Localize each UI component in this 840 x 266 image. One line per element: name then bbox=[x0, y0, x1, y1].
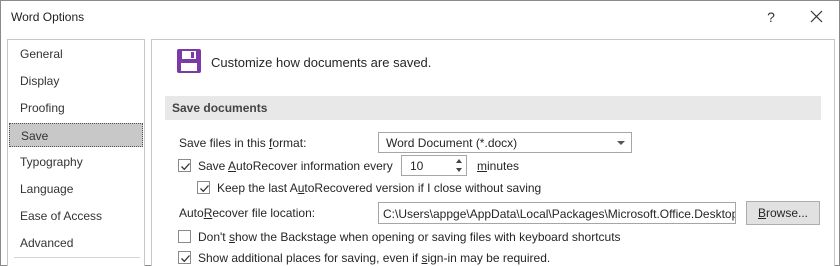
autorecover-label: Save AutoRecover information every bbox=[198, 159, 393, 173]
sidebar-item-ease-of-access[interactable]: Ease of Access bbox=[8, 204, 144, 228]
chevron-down-icon bbox=[617, 141, 625, 145]
spin-up-icon[interactable] bbox=[456, 159, 462, 163]
sidebar-item-advanced[interactable]: Advanced bbox=[8, 231, 144, 255]
spin-down-icon[interactable] bbox=[456, 168, 462, 172]
sidebar-divider bbox=[14, 257, 140, 258]
minutes-label: minutes bbox=[477, 159, 520, 173]
autorecover-location-label: AutoRecover file location: bbox=[179, 206, 316, 220]
sidebar-item-display[interactable]: Display bbox=[8, 69, 144, 93]
keep-last-version-checkbox[interactable] bbox=[197, 181, 210, 194]
checkmark-icon bbox=[200, 185, 209, 193]
close-button[interactable] bbox=[805, 5, 829, 29]
autorecover-checkbox[interactable] bbox=[178, 159, 191, 172]
autorecover-minutes-stepper[interactable]: 10 bbox=[401, 155, 467, 176]
sidebar-item-general[interactable]: General bbox=[8, 42, 144, 66]
page-heading: Customize how documents are saved. bbox=[211, 55, 432, 70]
checkmark-icon bbox=[181, 255, 190, 263]
save-format-label: Save files in this format: bbox=[179, 136, 307, 150]
save-options-panel: Customize how documents are saved. Save … bbox=[151, 39, 835, 266]
checkmark-icon bbox=[181, 163, 190, 171]
browse-button[interactable]: Browse... bbox=[746, 201, 820, 225]
sidebar-item-typography[interactable]: Typography bbox=[8, 150, 144, 174]
keep-last-version-label: Keep the last AutoRecovered version if I… bbox=[217, 181, 542, 195]
title-bar: Word Options ? bbox=[1, 1, 839, 33]
section-header: Save documents bbox=[165, 96, 821, 120]
save-format-value: Word Document (*.docx) bbox=[386, 136, 518, 150]
window-title: Word Options bbox=[11, 10, 85, 24]
save-format-select[interactable]: Word Document (*.docx) bbox=[378, 132, 632, 153]
dont-show-backstage-checkbox[interactable] bbox=[178, 230, 191, 243]
autorecover-location-value: C:\Users\appge\AppData\Local\Packages\Mi… bbox=[383, 207, 736, 221]
show-additional-places-label: Show additional places for saving, even … bbox=[198, 251, 551, 265]
options-sidebar: General Display Proofing Save Typography… bbox=[7, 39, 145, 266]
word-options-dialog: Word Options ? General Display Proofing … bbox=[0, 0, 840, 266]
help-button[interactable]: ? bbox=[759, 5, 783, 29]
dont-show-backstage-label: Don't show the Backstage when opening or… bbox=[198, 230, 621, 244]
autorecover-minutes-value: 10 bbox=[410, 159, 424, 173]
sidebar-item-language[interactable]: Language bbox=[8, 177, 144, 201]
show-additional-places-checkbox[interactable] bbox=[178, 251, 191, 264]
sidebar-item-save[interactable]: Save bbox=[9, 123, 143, 147]
section-title: Save documents bbox=[172, 101, 268, 115]
sidebar-item-proofing[interactable]: Proofing bbox=[8, 96, 144, 120]
close-icon bbox=[810, 10, 823, 23]
autorecover-location-field[interactable]: C:\Users\appge\AppData\Local\Packages\Mi… bbox=[378, 202, 736, 224]
save-icon bbox=[176, 48, 202, 74]
